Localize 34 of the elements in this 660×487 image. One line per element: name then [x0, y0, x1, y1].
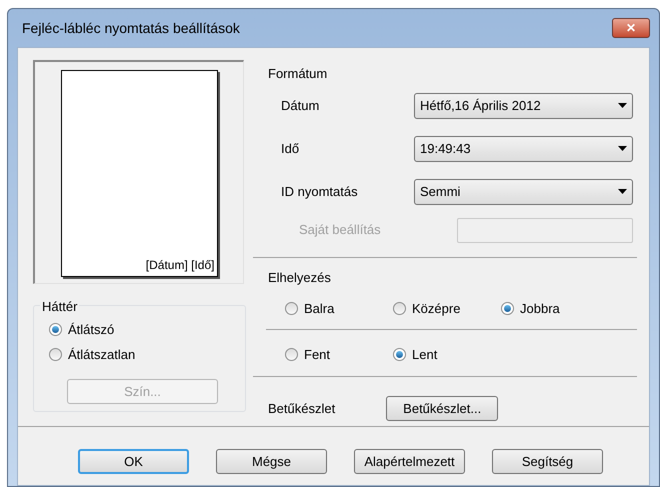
window-title: Fejléc-lábléc nyomtatás beállítások: [22, 18, 240, 38]
preview-text: [Dátum] [Idő]: [146, 257, 214, 274]
dropdown-arrow-icon: [618, 189, 627, 194]
field-label: Dátum: [281, 96, 320, 115]
radio-button[interactable]: [285, 348, 298, 361]
field-label: Idő: [281, 140, 300, 158]
section-label: Formátum: [268, 65, 328, 83]
dropdown[interactable]: Semmi: [414, 178, 633, 204]
dropdown-arrow-icon: [618, 103, 627, 108]
field-label: ID nyomtatás: [281, 182, 358, 201]
radio-option[interactable]: Átlátszó: [49, 320, 245, 340]
radio-button[interactable]: [49, 348, 62, 361]
radio-button[interactable]: [501, 302, 514, 316]
radio-option[interactable]: Balra: [285, 299, 393, 318]
radio-option[interactable]: Jobbra: [501, 299, 609, 318]
font-button[interactable]: Betűkészlet...: [386, 396, 498, 421]
dropdown[interactable]: Hétfő,16 Április 2012: [414, 92, 633, 118]
field-label: Saját beállítás: [299, 221, 381, 240]
dropdown[interactable]: 19:49:43: [414, 136, 633, 162]
section-label: Elhelyezés: [268, 268, 332, 287]
radio-option[interactable]: Átlátszatlan: [49, 344, 245, 364]
radio-option[interactable]: Középre: [393, 299, 501, 318]
radio-button[interactable]: [285, 302, 298, 316]
dialog-button[interactable]: OK: [78, 449, 189, 474]
dialog-button[interactable]: Mégse: [216, 449, 327, 474]
radio-option[interactable]: Lent: [393, 344, 501, 364]
radio-button[interactable]: [393, 302, 406, 316]
dialog-button[interactable]: Alapértelmezett: [354, 449, 465, 474]
radio-button[interactable]: [49, 323, 62, 336]
radio-option[interactable]: Fent: [285, 344, 393, 364]
radio-button[interactable]: [393, 348, 406, 361]
dialog-button[interactable]: Segítség: [492, 449, 603, 474]
font-label: Betűkészlet: [268, 400, 336, 418]
dropdown-arrow-icon: [618, 146, 627, 151]
